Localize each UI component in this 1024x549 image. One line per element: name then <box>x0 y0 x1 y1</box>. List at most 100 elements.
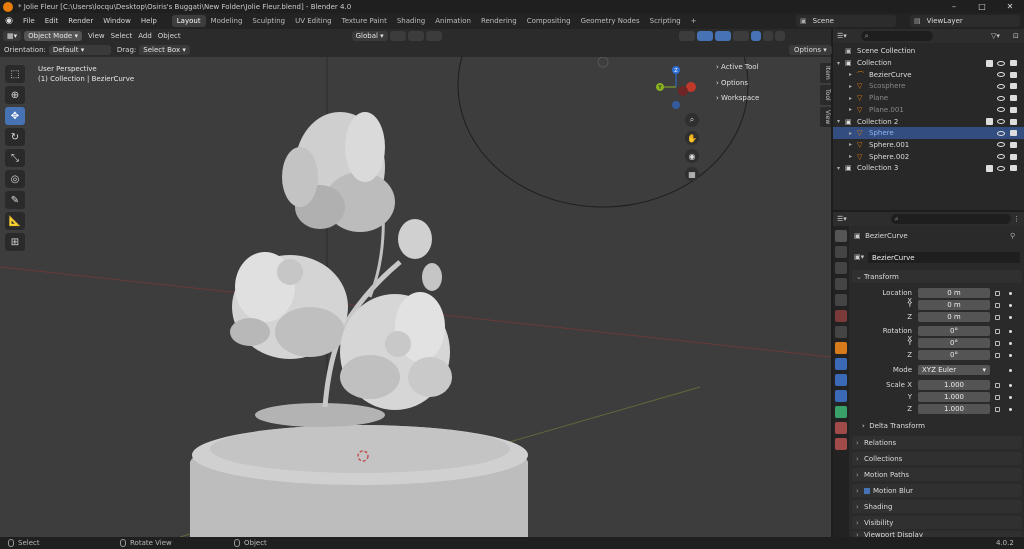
properties-editor-icon[interactable]: ☰▾ <box>837 215 847 223</box>
render-camera-icon[interactable] <box>1010 106 1017 113</box>
location-y-field[interactable]: 0 m <box>918 300 990 310</box>
tab-sculpting[interactable]: Sculpting <box>247 15 290 27</box>
orientation-dropdown[interactable]: Default ▾ <box>48 45 111 55</box>
outliner-row[interactable]: ▾ ▣ Collection <box>833 57 1024 69</box>
minimize-button[interactable]: – <box>940 0 968 13</box>
eye-icon[interactable] <box>997 154 1005 160</box>
shading-panel-header[interactable]: Shading <box>852 500 1022 513</box>
tab-scripting[interactable]: Scripting <box>645 15 686 27</box>
data-tab-icon[interactable] <box>835 406 847 418</box>
expand-toggle-icon[interactable]: ▸ <box>849 71 852 78</box>
lock-icon[interactable] <box>995 329 1000 334</box>
eye-icon[interactable] <box>997 95 1005 101</box>
rotation-mode-dropdown[interactable]: XYZ Euler ▾ <box>918 365 990 375</box>
exclude-checkbox[interactable] <box>986 59 993 67</box>
neg-z-axis-icon[interactable] <box>672 101 680 109</box>
properties-search-input[interactable]: ⌕ <box>890 214 1011 224</box>
outliner-editor-icon[interactable]: ☰▾ <box>837 32 847 40</box>
expand-toggle-icon[interactable]: ▾ <box>837 165 840 172</box>
expand-toggle-icon[interactable]: ▸ <box>849 141 852 148</box>
zoom-icon[interactable]: ⌕ <box>685 113 699 127</box>
eye-icon[interactable] <box>997 119 1005 124</box>
eye-icon[interactable] <box>997 165 1005 171</box>
options-button[interactable]: Options ▾ <box>789 45 832 55</box>
add-cube-tool-icon[interactable]: ⊞ <box>5 233 25 251</box>
eye-icon[interactable] <box>997 60 1005 66</box>
expand-toggle-icon[interactable]: ▾ <box>837 60 840 67</box>
outliner-row[interactable]: ▸ ▽ Sphere <box>833 127 1024 140</box>
keyframe-dot-icon[interactable] <box>1009 330 1012 333</box>
outliner-row[interactable]: ▸ ▽ Sphere.002 <box>833 151 1024 163</box>
gizmo-toggle-button[interactable] <box>696 31 713 41</box>
lock-icon[interactable] <box>995 341 1000 346</box>
tool-tab-icon[interactable] <box>835 230 847 242</box>
tab-layout[interactable]: Layout <box>171 15 206 27</box>
menu-select[interactable]: Select <box>111 32 133 40</box>
keyframe-dot-icon[interactable] <box>1009 369 1012 372</box>
eye-icon[interactable] <box>997 107 1005 113</box>
tab-animation[interactable]: Animation <box>430 15 476 27</box>
select-box-tool-icon[interactable]: ⬚ <box>5 65 25 83</box>
transform-orientation-dropdown[interactable]: Global ▾ <box>351 31 388 41</box>
physics-tab-icon[interactable] <box>835 390 847 402</box>
motion-blur-panel-header[interactable]: Motion Blur <box>852 484 1022 497</box>
tab-tool[interactable]: Tool <box>820 85 831 105</box>
tab-texture-paint[interactable]: Texture Paint <box>337 15 392 27</box>
xray-button[interactable] <box>732 31 749 41</box>
keyframe-dot-icon[interactable] <box>1009 354 1012 357</box>
visibility-button[interactable] <box>678 31 695 41</box>
relations-panel-header[interactable]: Relations <box>852 436 1022 449</box>
lock-icon[interactable] <box>995 395 1000 400</box>
pivot-button[interactable] <box>389 31 406 41</box>
location-x-field[interactable]: 0 m <box>918 288 990 298</box>
expand-toggle-icon[interactable]: ▸ <box>849 83 852 90</box>
lock-icon[interactable] <box>995 291 1000 296</box>
tab-shading[interactable]: Shading <box>392 15 430 27</box>
neg-x-axis-icon[interactable] <box>678 86 688 96</box>
outliner-search-input[interactable]: ⌕ <box>860 31 933 41</box>
lock-icon[interactable] <box>995 315 1000 320</box>
properties-options-icon[interactable]: ⋮ <box>1013 215 1020 223</box>
render-camera-icon[interactable] <box>1010 153 1017 160</box>
tab-rendering[interactable]: Rendering <box>476 15 522 27</box>
keyframe-dot-icon[interactable] <box>1009 396 1012 399</box>
3d-viewport[interactable]: User Perspective (1) Collection | Bezier… <box>0 57 831 537</box>
render-camera-icon[interactable] <box>1010 95 1017 102</box>
cursor-tool-icon[interactable]: ⊕ <box>5 86 25 104</box>
new-collection-icon[interactable]: ⊡ <box>1013 32 1019 40</box>
snap-button[interactable] <box>407 31 424 41</box>
eye-icon[interactable] <box>997 83 1005 89</box>
scale-z-field[interactable]: 1.000 <box>918 404 990 414</box>
outliner-row[interactable]: ▸ ▽ Scosphere <box>833 80 1024 92</box>
collection-tab-icon[interactable] <box>835 326 847 338</box>
motion-blur-checkbox[interactable] <box>864 487 870 494</box>
tab-item[interactable]: Item <box>820 63 831 83</box>
blender-menu-icon[interactable]: ◉ <box>0 16 18 26</box>
transform-panel-header[interactable]: Transform <box>852 270 1022 283</box>
transform-tool-icon[interactable]: ◎ <box>5 170 25 188</box>
particles-tab-icon[interactable] <box>835 374 847 386</box>
active-tool-panel[interactable]: › Active Tool <box>716 63 759 71</box>
world-tab-icon[interactable] <box>835 310 847 322</box>
workspace-panel[interactable]: › Workspace <box>716 94 759 102</box>
location-z-field[interactable]: 0 m <box>918 312 990 322</box>
lock-icon[interactable] <box>995 407 1000 412</box>
outliner-row[interactable]: ▸ ⌒ BezierCurve <box>833 69 1024 81</box>
keyframe-dot-icon[interactable] <box>1009 316 1012 319</box>
expand-toggle-icon[interactable]: ▸ <box>849 106 852 113</box>
eye-icon[interactable] <box>997 72 1005 78</box>
object-tab-icon[interactable] <box>835 342 847 354</box>
keyframe-dot-icon[interactable] <box>1009 292 1012 295</box>
expand-toggle-icon[interactable]: ▸ <box>849 130 852 137</box>
scale-tool-icon[interactable]: ⤡ <box>5 149 25 167</box>
camera-view-icon[interactable]: ◉ <box>685 149 699 163</box>
scale-x-field[interactable]: 1.000 <box>918 380 990 390</box>
filter-icon[interactable]: ▽▾ <box>991 32 1000 40</box>
outliner-row[interactable]: ▸ ▽ Plane.001 <box>833 104 1024 116</box>
expand-toggle-icon[interactable]: ▾ <box>837 118 840 125</box>
motion-paths-panel-header[interactable]: Motion Paths <box>852 468 1022 481</box>
exclude-checkbox[interactable] <box>986 118 993 125</box>
material-shading-button[interactable] <box>762 31 773 41</box>
keyframe-dot-icon[interactable] <box>1009 384 1012 387</box>
menu-view[interactable]: View <box>88 32 105 40</box>
